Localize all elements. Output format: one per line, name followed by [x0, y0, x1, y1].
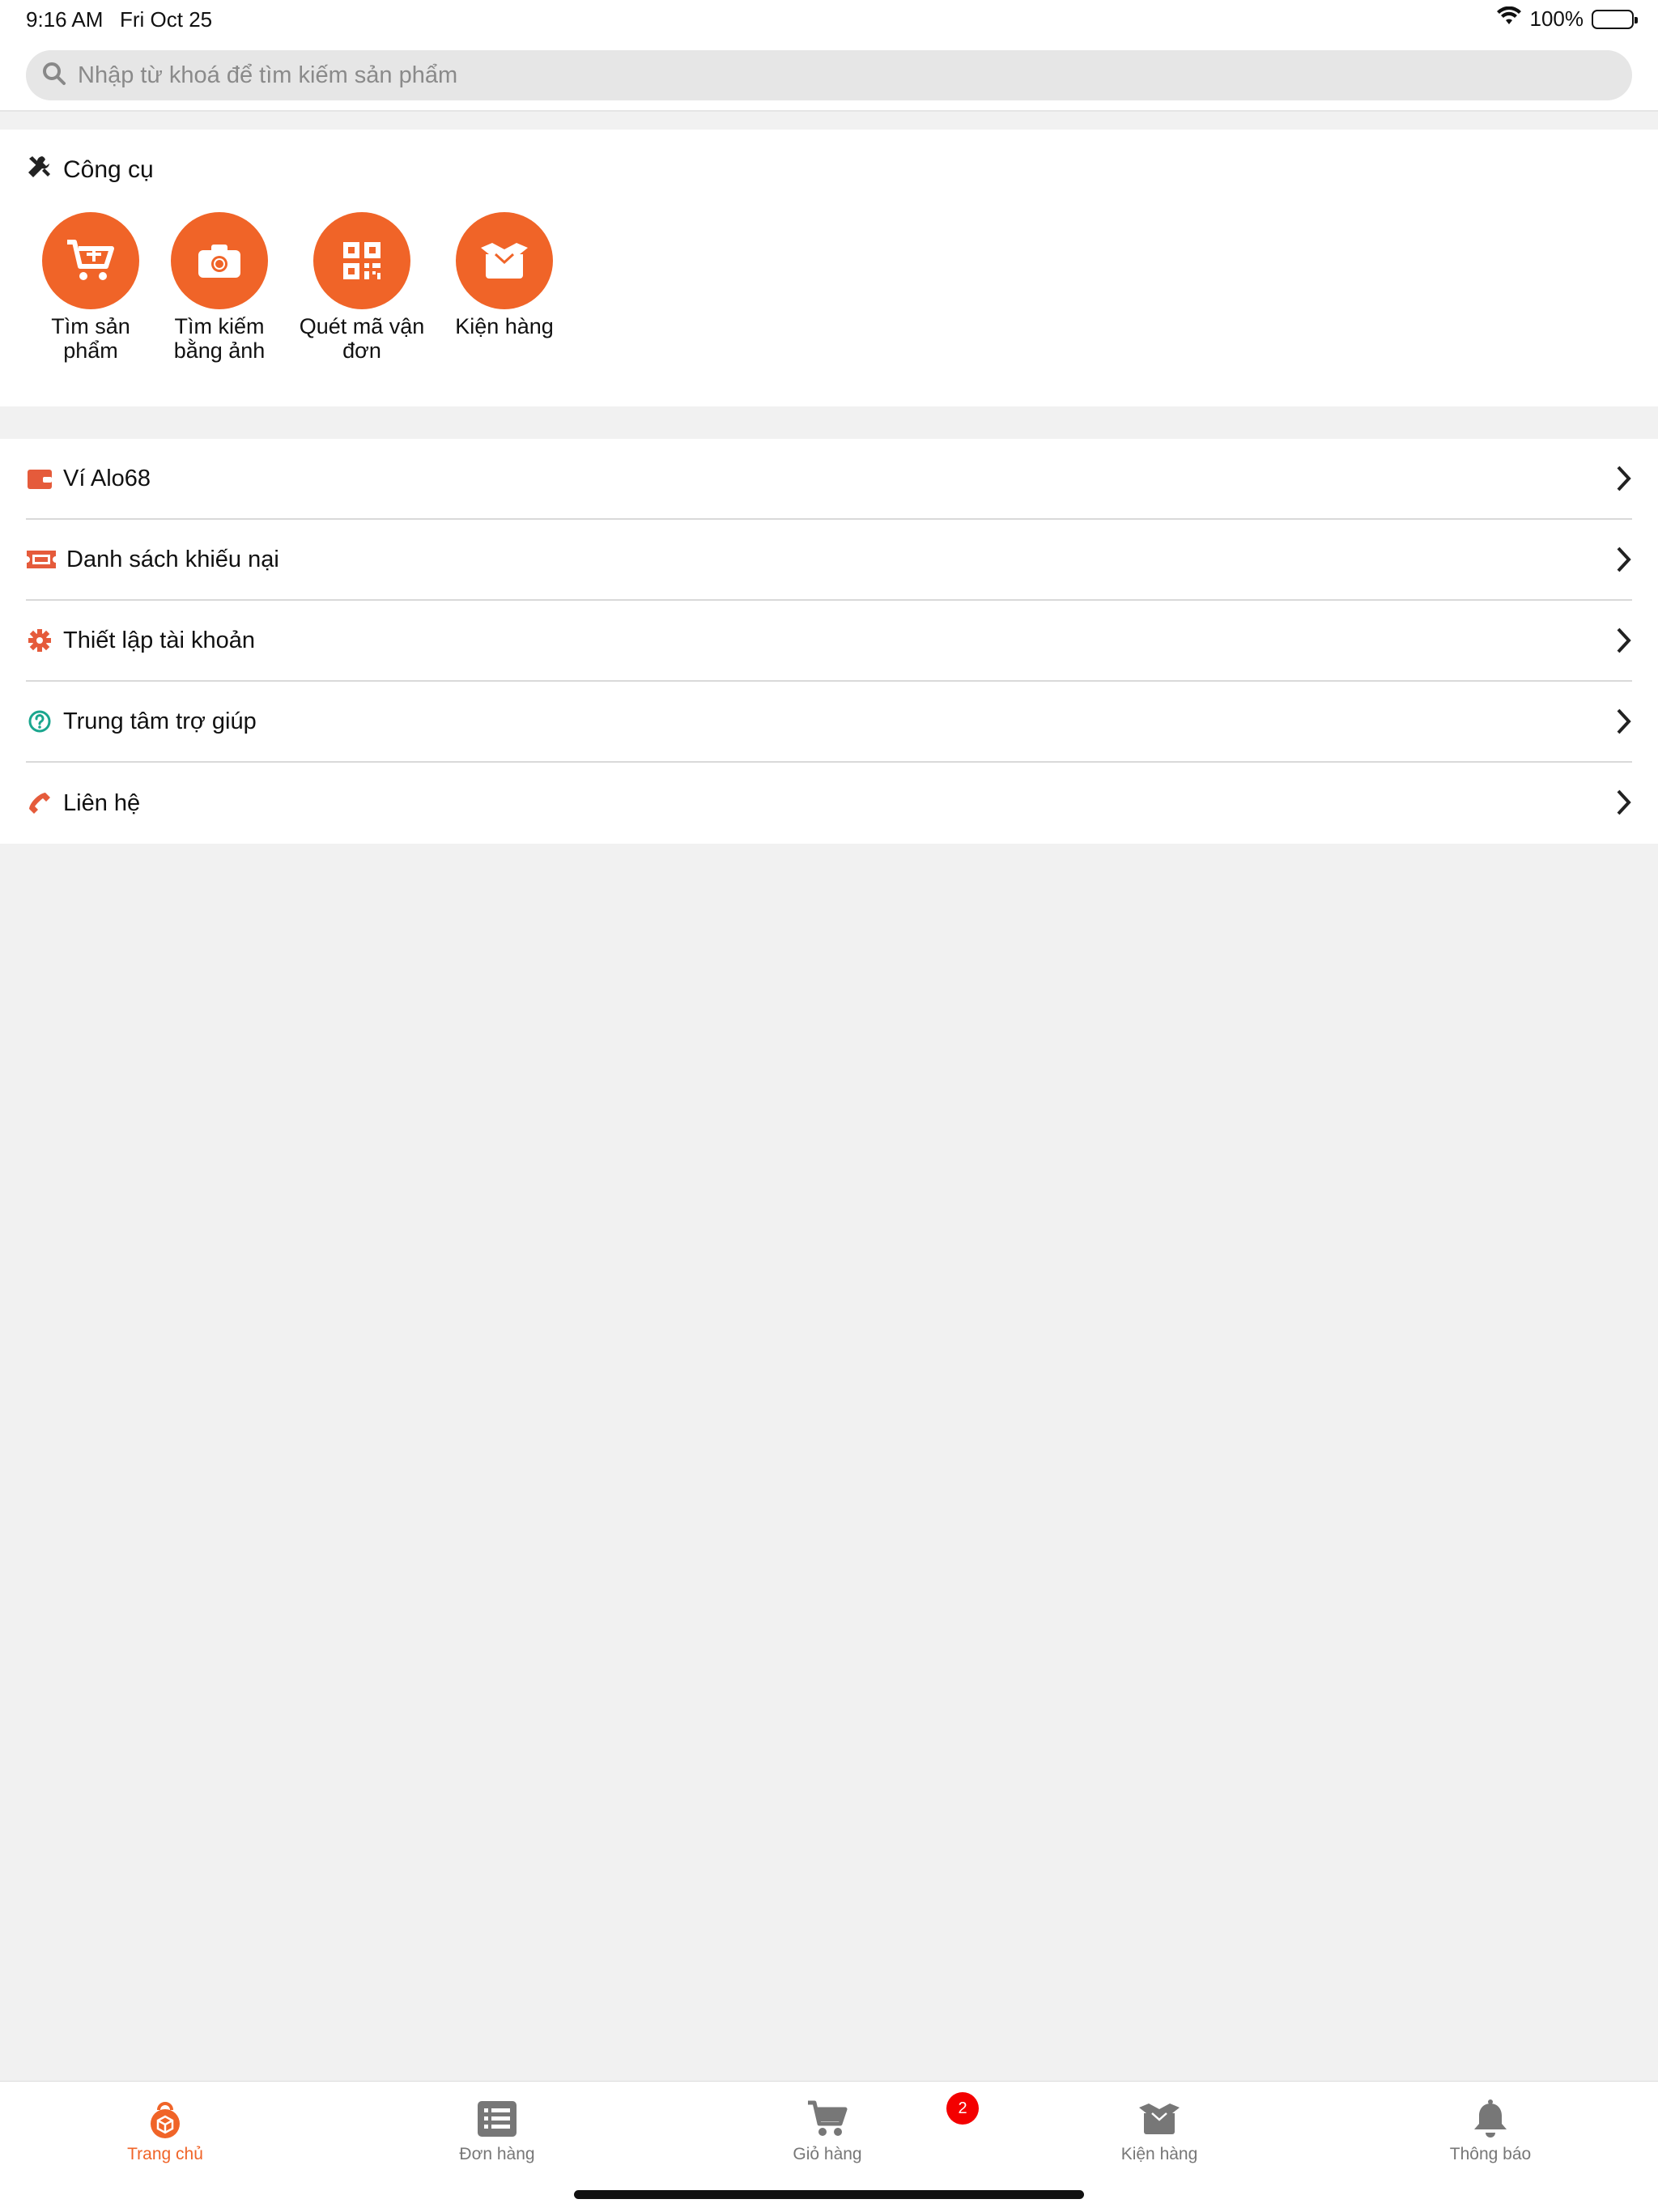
- tab-label: Trang chủ: [127, 2145, 203, 2163]
- tool-packages[interactable]: Kiện hàng: [436, 212, 573, 338]
- tab-label: Thông báo: [1449, 2145, 1532, 2163]
- battery-percent: 100%: [1529, 6, 1584, 31]
- search-icon: [42, 62, 66, 90]
- cart-badge: 2: [946, 2092, 979, 2125]
- phone-icon: [26, 789, 53, 817]
- status-bar: 9:16 AM Fri Oct 25 100%: [0, 0, 1658, 39]
- home-indicator[interactable]: [574, 2190, 1084, 2199]
- ticket-icon: [26, 546, 57, 573]
- status-indicators: 100%: [1496, 6, 1638, 32]
- box-icon: [1062, 2096, 1256, 2142]
- menu-item-account-settings[interactable]: Thiết lập tài khoản: [26, 601, 1632, 682]
- home-bag-icon: [68, 2096, 262, 2142]
- menu-item-complaints[interactable]: Danh sách khiếu nại: [26, 520, 1632, 601]
- chevron-right-icon: [1616, 789, 1632, 823]
- cart-plus-icon: [42, 212, 139, 309]
- tools-header: Công cụ: [26, 154, 154, 186]
- tab-notifications[interactable]: Thông báo: [1393, 2096, 1588, 2164]
- tool-image-search[interactable]: Tìm kiếm bằng ảnh: [151, 212, 288, 363]
- chevron-right-icon: [1616, 546, 1632, 580]
- menu-label: Ví Alo68: [63, 465, 151, 491]
- box-icon: [456, 212, 553, 309]
- qr-code-icon: [313, 212, 410, 309]
- search-input[interactable]: [78, 62, 1535, 89]
- tab-orders[interactable]: Đơn hàng: [400, 2096, 594, 2164]
- camera-icon: [171, 212, 268, 309]
- chevron-right-icon: [1616, 465, 1632, 499]
- menu-item-contact[interactable]: Liên hệ: [26, 763, 1632, 844]
- menu-label: Liên hệ: [63, 789, 141, 816]
- wallet-icon: [26, 465, 53, 492]
- menu-label: Danh sách khiếu nại: [66, 546, 279, 572]
- bell-icon: [1393, 2096, 1588, 2142]
- tool-find-product[interactable]: Tìm sản phẩm: [22, 212, 159, 363]
- search-bar[interactable]: [26, 50, 1632, 100]
- tab-label: Kiện hàng: [1120, 2145, 1198, 2163]
- menu-label: Trung tâm trợ giúp: [63, 708, 257, 734]
- tool-label: Kiện hàng: [455, 314, 554, 338]
- chevron-right-icon: [1616, 708, 1632, 742]
- menu-label: Thiết lập tài khoản: [63, 627, 255, 653]
- list-icon: [400, 2096, 594, 2142]
- search-area: [0, 39, 1658, 112]
- tab-label: Đơn hàng: [459, 2145, 535, 2163]
- menu-list: Ví Alo68 Danh sách khiếu nại Thiết lập t…: [0, 439, 1658, 844]
- tools-title: Công cụ: [63, 156, 154, 183]
- menu-item-wallet[interactable]: Ví Alo68: [26, 439, 1632, 520]
- menu-item-help-center[interactable]: Trung tâm trợ giúp: [26, 682, 1632, 763]
- tools-section: Công cụ Tìm sản phẩm Tìm kiếm bằng ảnh Q…: [0, 130, 1658, 406]
- tool-scan-waybill[interactable]: Quét mã vận đơn: [293, 212, 431, 363]
- question-circle-icon: [26, 708, 53, 735]
- tool-label: Tìm kiếm bằng ảnh: [173, 314, 266, 363]
- wifi-icon: [1496, 6, 1522, 32]
- tool-label: Tìm sản phẩm: [51, 314, 130, 363]
- battery-icon: [1592, 9, 1638, 29]
- tab-home[interactable]: Trang chủ: [68, 2096, 262, 2164]
- tool-label: Quét mã vận đơn: [299, 314, 425, 363]
- tab-packages[interactable]: Kiện hàng: [1062, 2096, 1256, 2164]
- cart-icon: [730, 2096, 925, 2142]
- tab-cart[interactable]: Giỏ hàng: [730, 2096, 925, 2164]
- status-time: 9:16 AM: [26, 7, 104, 32]
- gear-icon: [26, 627, 53, 654]
- status-date: Fri Oct 25: [120, 7, 213, 32]
- tools-icon: [26, 154, 52, 186]
- chevron-right-icon: [1616, 627, 1632, 661]
- tab-label: Giỏ hàng: [793, 2145, 862, 2163]
